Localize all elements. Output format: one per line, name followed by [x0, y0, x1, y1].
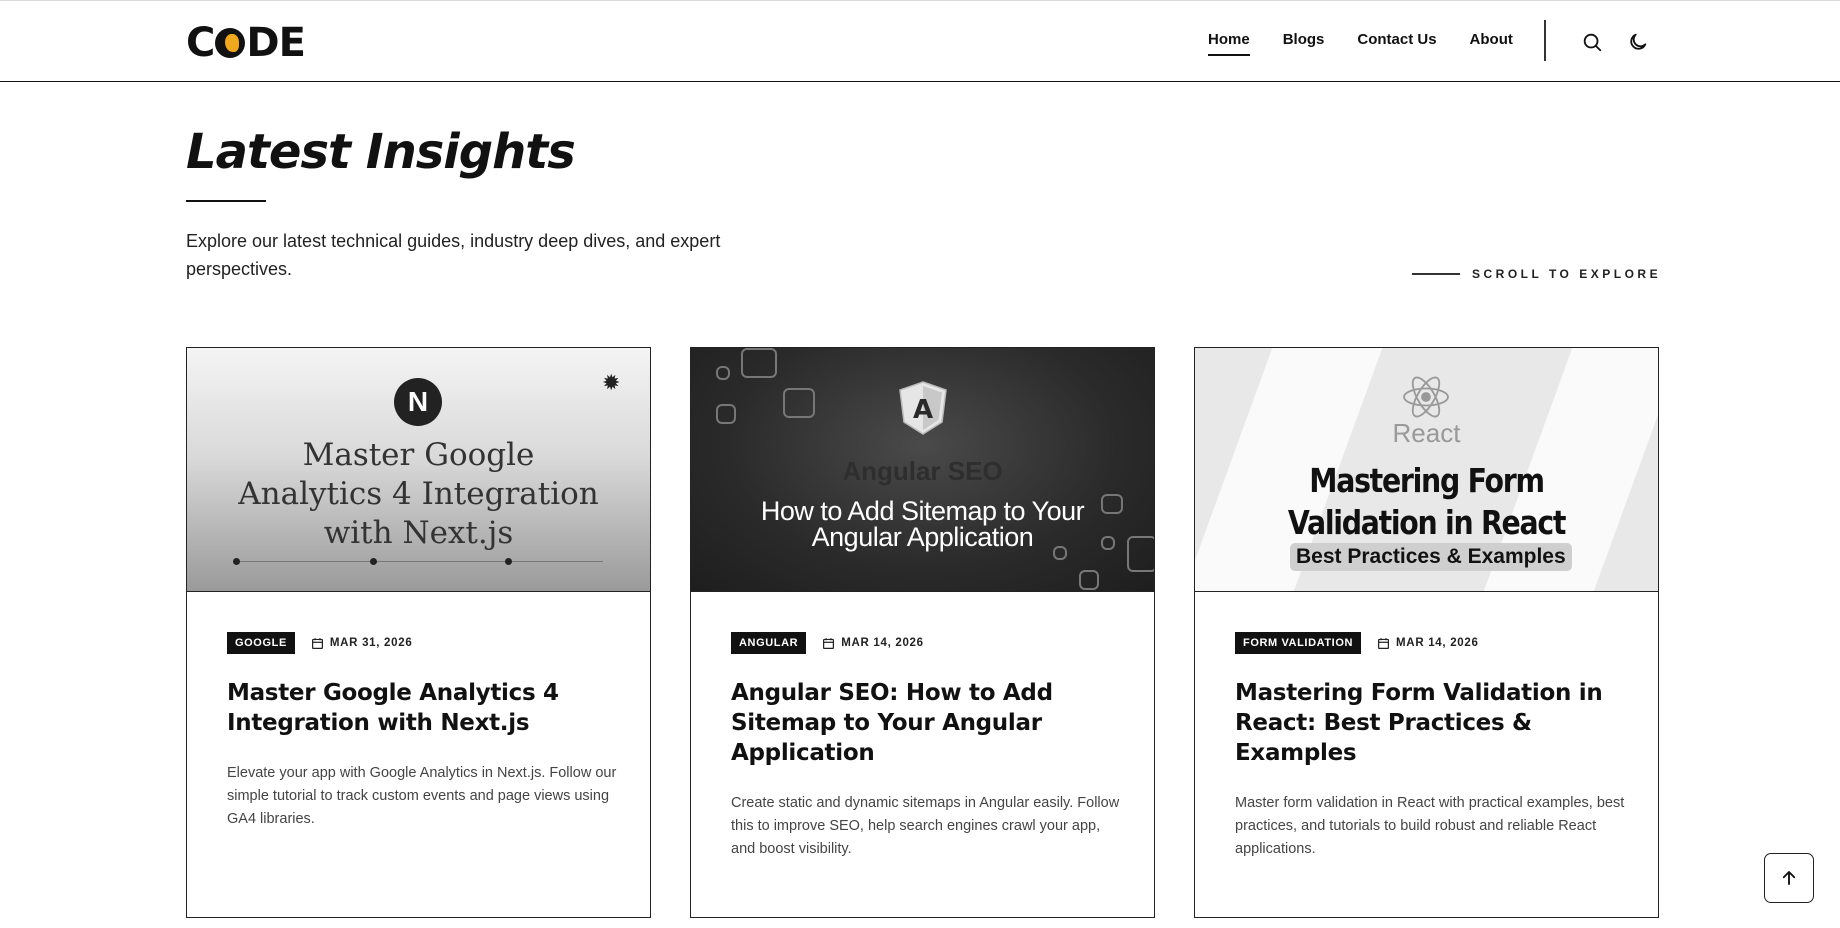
post-date: MAR 31, 2026 [329, 637, 413, 649]
category-tag[interactable]: FORM VALIDATION [1235, 632, 1362, 654]
thumbnail-dotted-line [233, 558, 603, 565]
thumbnail-title: How to Add Sitemap to Your Angular Appli… [760, 496, 1085, 552]
dot-icon [505, 558, 512, 565]
nextjs-logo-icon: N [394, 378, 442, 426]
logo-letters-de: DE [246, 20, 306, 66]
decor-square [1079, 570, 1099, 590]
site-header: C DE Home Blogs Contact Us About [0, 1, 1840, 82]
card-thumbnail[interactable]: A Angular SEO How to Add Sitemap to Your… [691, 348, 1154, 592]
decor-square [783, 388, 815, 418]
card-thumbnail[interactable]: N ✹ Master Google Analytics 4 Integratio… [187, 348, 650, 592]
blog-card-angular-seo[interactable]: A Angular SEO How to Add Sitemap to Your… [690, 347, 1155, 918]
calendar-icon [311, 637, 323, 649]
card-description: Create static and dynamic sitemaps in An… [731, 795, 1120, 857]
category-tag[interactable]: ANGULAR [731, 632, 807, 654]
logo-flame-icon [215, 28, 246, 58]
sparkle-icon: ✹ [602, 370, 621, 395]
back-to-top-button[interactable] [1764, 853, 1814, 903]
thumbnail-ghost-title: Angular SEO [842, 456, 1003, 486]
dot-icon [370, 558, 377, 565]
arrow-up-icon [1782, 871, 1796, 885]
search-icon[interactable] [1581, 31, 1603, 53]
site-logo[interactable]: C DE [186, 20, 306, 66]
card-description: Master form validation in React with pra… [1235, 795, 1625, 857]
blog-card-google-analytics[interactable]: N ✹ Master Google Analytics 4 Integratio… [186, 347, 651, 918]
scroll-indicator: SCROLL TO EXPLORE [1412, 267, 1661, 281]
post-date: MAR 14, 2026 [841, 637, 924, 649]
thumbnail-title: Master Google Analytics 4 Integration wi… [238, 437, 599, 551]
scroll-label: SCROLL TO EXPLORE [1472, 267, 1662, 281]
card-title[interactable]: Master Google Analytics 4 Integration wi… [227, 678, 627, 738]
angular-logo-icon: A [899, 381, 947, 435]
nav-home[interactable]: Home [1208, 31, 1250, 56]
card-thumbnail[interactable]: React Mastering Form Validation in React… [1195, 348, 1658, 592]
card-meta: ANGULAR MAR 14, 2026 [731, 632, 924, 654]
decor-square [741, 348, 777, 378]
blog-card-react-form-validation[interactable]: React Mastering Form Validation in React… [1194, 347, 1659, 918]
header-divider [1544, 20, 1546, 61]
calendar-icon [823, 637, 835, 649]
calendar-icon [1378, 637, 1390, 649]
nav-about[interactable]: About [1470, 31, 1513, 56]
decor-square [716, 366, 730, 380]
main-nav: Home Blogs Contact Us About [1208, 31, 1546, 56]
card-title[interactable]: Mastering Form Validation in React: Best… [1235, 678, 1635, 768]
logo-letter-c: C [186, 20, 215, 66]
card-title[interactable]: Angular SEO: How to Add Sitemap to Your … [731, 678, 1131, 768]
react-logo-icon [1403, 376, 1449, 418]
nav-blogs[interactable]: Blogs [1283, 31, 1325, 56]
thumbnail-title: Mastering Form Validation in React [1287, 461, 1567, 542]
dot-icon [233, 558, 240, 565]
card-description: Elevate your app with Google Analytics i… [227, 765, 617, 827]
scroll-line [1412, 273, 1460, 275]
card-meta: FORM VALIDATION MAR 14, 2026 [1235, 632, 1479, 654]
nav-contact-us[interactable]: Contact Us [1357, 31, 1436, 56]
react-logo-text: React [1392, 418, 1461, 448]
angular-logo-letter: A [913, 395, 933, 425]
page-title: Latest Insights [186, 124, 576, 180]
category-tag[interactable]: GOOGLE [227, 632, 295, 654]
moon-icon[interactable] [1627, 31, 1649, 53]
title-underline [186, 200, 266, 202]
decor-square [716, 404, 736, 424]
page-intro: Explore our latest technical guides, ind… [186, 231, 721, 279]
card-meta: GOOGLE MAR 31, 2026 [227, 632, 412, 654]
post-date: MAR 14, 2026 [1396, 637, 1479, 649]
thumbnail-subtitle: Best Practices & Examples [1290, 543, 1572, 571]
